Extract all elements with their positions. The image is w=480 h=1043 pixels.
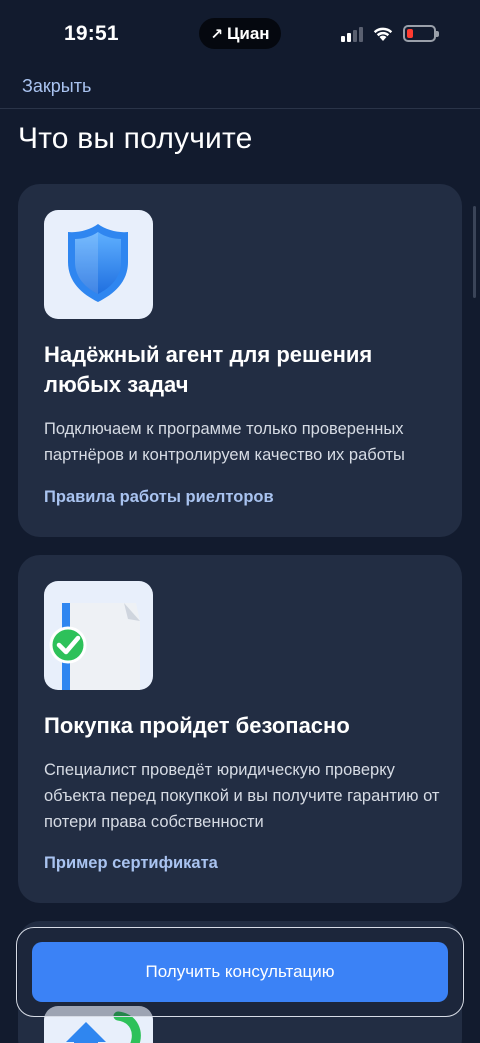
- wifi-icon: [373, 27, 393, 41]
- page-title: Что вы получите: [18, 122, 253, 155]
- header-divider: [0, 108, 480, 109]
- status-icons: [341, 25, 439, 42]
- shield-icon: [44, 210, 153, 319]
- scroll-indicator: [473, 206, 476, 298]
- close-button[interactable]: Закрыть: [22, 76, 91, 97]
- benefit-card-agent: Надёжный агент для решения любых задач П…: [18, 184, 462, 537]
- app-name: Циан: [226, 23, 270, 43]
- sample-certificate-link[interactable]: Пример сертификата: [44, 854, 218, 873]
- cta-container: Получить консультацию: [16, 927, 464, 1017]
- card-description: Подключаем к программе только проверенны…: [44, 420, 405, 464]
- document-check-icon: [44, 581, 153, 690]
- get-consultation-button[interactable]: Получить консультацию: [32, 942, 448, 1002]
- dynamic-island-app-badge[interactable]: ↗ Циан: [199, 18, 281, 49]
- card-description: Специалист проведёт юридическую проверку…: [44, 761, 440, 831]
- realtor-rules-link[interactable]: Правила работы риелторов: [44, 488, 274, 507]
- cellular-signal-icon: [341, 26, 363, 42]
- location-arrow-icon: ↗: [210, 25, 223, 43]
- status-bar: 19:51 ↗ Циан: [0, 0, 480, 70]
- card-title: Покупка пройдет безопасно: [44, 713, 350, 738]
- benefit-card-safe-purchase: Покупка пройдет безопасно Специалист про…: [18, 555, 462, 903]
- status-time: 19:51: [64, 22, 119, 45]
- battery-icon: [403, 25, 439, 42]
- card-title: Надёжный агент для решения любых задач: [44, 342, 373, 397]
